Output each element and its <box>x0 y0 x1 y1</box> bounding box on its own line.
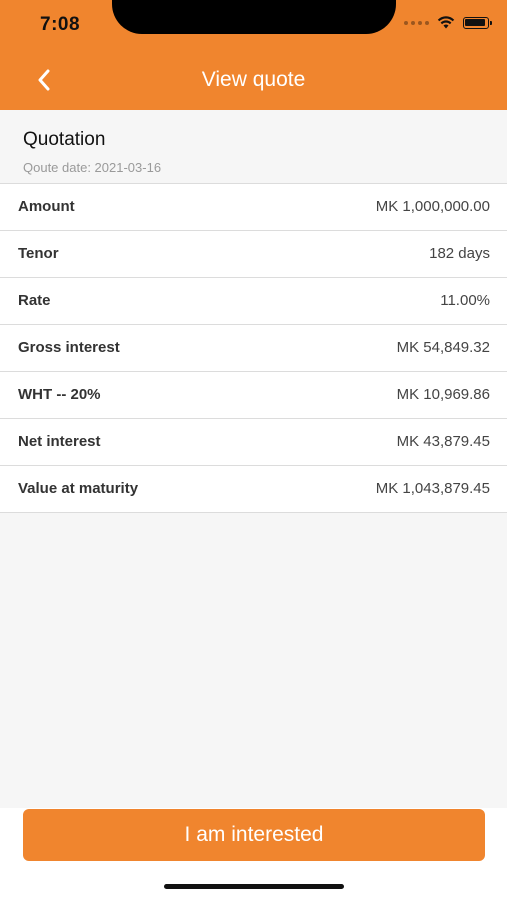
quote-details-list: Amount MK 1,000,000.00 Tenor 182 days Ra… <box>0 183 507 513</box>
nav-header: 7:08 View quote <box>0 0 507 110</box>
row-amount: Amount MK 1,000,000.00 <box>0 184 507 231</box>
row-value-at-maturity: Value at maturity MK 1,043,879.45 <box>0 466 507 513</box>
row-value: MK 54,849.32 <box>396 339 490 356</box>
battery-icon <box>463 16 492 29</box>
app-screen: 7:08 View quote Quotation Qoute date: 20… <box>0 0 507 900</box>
status-time: 7:08 <box>40 14 81 35</box>
row-value: 11.00% <box>440 292 490 309</box>
row-value: MK 1,043,879.45 <box>375 480 490 497</box>
row-wht: WHT -- 20% MK 10,969.86 <box>0 372 507 419</box>
cellular-signal-icon <box>404 20 429 25</box>
quote-date: Qoute date: 2021-03-16 <box>23 160 162 175</box>
row-label: Net interest <box>18 433 101 450</box>
row-label: Value at maturity <box>18 480 139 497</box>
row-value: MK 43,879.45 <box>396 433 490 450</box>
row-value: MK 1,000,000.00 <box>375 198 490 215</box>
row-gross-interest: Gross interest MK 54,849.32 <box>0 325 507 372</box>
home-indicator <box>164 884 344 889</box>
quotation-header: Quotation Qoute date: 2021-03-16 <box>0 112 507 182</box>
page-title: View quote <box>201 68 306 91</box>
row-label: Gross interest <box>18 339 120 356</box>
row-label: WHT -- 20% <box>18 386 101 403</box>
device-notch <box>112 0 396 34</box>
row-tenor: Tenor 182 days <box>0 231 507 278</box>
interested-button[interactable]: I am interested <box>23 809 485 861</box>
row-label: Tenor <box>18 245 59 262</box>
row-value: 182 days <box>429 245 490 262</box>
status-icons <box>404 16 492 29</box>
row-value: MK 10,969.86 <box>396 386 490 403</box>
quotation-title: Quotation <box>23 129 106 150</box>
row-label: Amount <box>18 198 75 215</box>
row-rate: Rate 11.00% <box>0 278 507 325</box>
row-net-interest: Net interest MK 43,879.45 <box>0 419 507 466</box>
row-label: Rate <box>18 292 51 309</box>
wifi-icon <box>437 16 455 29</box>
